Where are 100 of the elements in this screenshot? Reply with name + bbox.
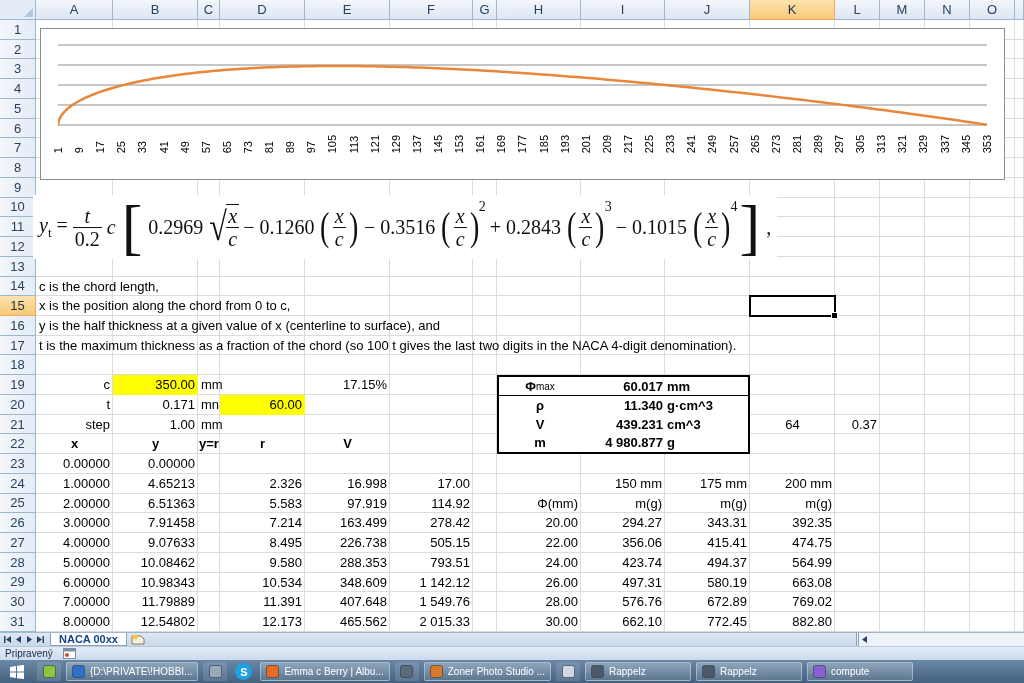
cell-text: mm <box>200 415 224 434</box>
row-header[interactable]: 22 <box>0 434 36 455</box>
column-header[interactable]: A <box>36 0 113 20</box>
row-header[interactable]: 26 <box>0 513 36 534</box>
cell-value: 564.99 <box>791 553 833 572</box>
cell-value: 0.00000 <box>147 455 196 474</box>
taskbar-app-button[interactable] <box>37 662 61 681</box>
column-heading: V <box>342 435 353 454</box>
column-header[interactable]: G <box>473 0 497 20</box>
column-header[interactable]: B <box>113 0 198 20</box>
column-header[interactable]: I <box>581 0 665 20</box>
macro-record-icon[interactable] <box>62 648 76 659</box>
axis-label: 1 <box>52 146 64 154</box>
row-header[interactable]: 16 <box>0 316 36 336</box>
column-header[interactable]: H <box>497 0 581 20</box>
horizontal-scrollbar[interactable] <box>856 633 1024 646</box>
taskbar-app-button[interactable] <box>394 662 419 681</box>
row-header[interactable]: 18 <box>0 355 36 376</box>
axis-label: 249 <box>706 135 719 154</box>
row-header[interactable]: 28 <box>0 552 36 573</box>
taskbar-app-button[interactable] <box>203 662 228 681</box>
next-sheet-icon[interactable] <box>26 636 33 643</box>
column-header[interactable]: N <box>925 0 970 20</box>
previous-sheet-icon[interactable] <box>15 636 22 643</box>
column-header[interactable]: L <box>835 0 880 20</box>
row-header[interactable]: 8 <box>0 158 36 178</box>
column-header[interactable]: O <box>970 0 1015 20</box>
app-icon <box>813 665 826 678</box>
row-header[interactable]: 7 <box>0 138 36 159</box>
column-header[interactable]: J <box>665 0 750 20</box>
column-header[interactable]: K <box>750 0 835 20</box>
cell-value: 150 mm <box>614 474 663 493</box>
row-header[interactable]: 2 <box>0 39 36 60</box>
scroll-left-icon[interactable] <box>862 636 868 643</box>
axis-label: 345 <box>959 135 972 154</box>
row-header[interactable]: 12 <box>0 237 36 257</box>
cell-value: 278.42 <box>429 514 471 533</box>
column-header[interactable]: F <box>390 0 473 20</box>
axis-label: 65 <box>220 140 233 154</box>
row-header[interactable]: 29 <box>0 572 36 593</box>
cell-text: m(g) <box>634 494 663 513</box>
last-sheet-icon[interactable] <box>37 636 44 643</box>
axis-label: 329 <box>917 135 930 154</box>
app-icon <box>702 665 715 678</box>
column-heading: r <box>258 435 267 454</box>
cell-text: cm^3 <box>666 415 702 434</box>
row-header[interactable]: 15 <box>0 296 36 316</box>
axis-label: 17 <box>94 140 107 154</box>
column-header[interactable]: D <box>220 0 305 20</box>
row-header[interactable]: 14 <box>0 276 36 297</box>
row-header[interactable]: 31 <box>0 612 36 632</box>
row-header[interactable]: 25 <box>0 493 36 514</box>
row-header[interactable]: 5 <box>0 98 36 119</box>
cell-value: 415.41 <box>706 534 748 553</box>
row-header[interactable]: 4 <box>0 79 36 99</box>
taskbar-app-button[interactable] <box>556 662 580 681</box>
windows-start-icon[interactable] <box>10 664 24 679</box>
cell-value: 882.80 <box>791 613 833 632</box>
cell-value: 1.00 <box>168 415 196 434</box>
row-header[interactable]: 6 <box>0 118 36 139</box>
cell-value: 12.54802 <box>139 613 196 632</box>
column-header[interactable]: C <box>198 0 220 20</box>
axis-label: 313 <box>875 135 888 154</box>
row-header[interactable]: 11 <box>0 217 36 238</box>
chart-area[interactable]: 1 9 17 25 33 41 49 57 65 73 81 89 97 105 113 121 129 137 145 153 161 169 177 185 193 201 209 217 225 233 241 249 257 265 273 281 289 297 305 313 321 329 337 345 353 <box>40 28 1005 180</box>
row-header[interactable]: 19 <box>0 375 36 395</box>
axis-label: 9 <box>73 146 86 154</box>
cell-value: 60.00 <box>220 394 305 415</box>
cell-value: 772.45 <box>706 613 748 632</box>
column-header[interactable]: M <box>880 0 925 20</box>
cell-value: 662.10 <box>621 613 663 632</box>
axis-label: 185 <box>537 135 550 154</box>
sheet-tab[interactable]: NACA 00xx <box>50 633 127 646</box>
first-sheet-icon[interactable] <box>4 636 11 643</box>
column-header[interactable]: E <box>305 0 390 20</box>
cell-value: 4.00000 <box>62 534 111 553</box>
row-header[interactable]: 20 <box>0 394 36 415</box>
row-header[interactable]: 1 <box>0 20 36 40</box>
row-header[interactable]: 30 <box>0 592 36 613</box>
insert-sheet-icon[interactable] <box>130 634 145 645</box>
cell-value: 175 mm <box>699 474 748 493</box>
cell-value: 2.326 <box>268 474 303 493</box>
row-header[interactable]: 3 <box>0 59 36 80</box>
axis-label: 89 <box>284 140 297 154</box>
cell-text: m(g) <box>804 494 833 513</box>
axis-label: 169 <box>495 135 508 154</box>
cell-value: 8.495 <box>268 534 303 553</box>
row-header[interactable]: 27 <box>0 533 36 553</box>
axis-label: 337 <box>938 135 951 154</box>
axis-label: 33 <box>136 140 149 154</box>
row-header[interactable]: 24 <box>0 473 36 494</box>
row-header[interactable]: 23 <box>0 454 36 474</box>
cell-value: 16.998 <box>346 474 388 493</box>
cell-value: 793.51 <box>429 553 471 572</box>
row-header[interactable]: 21 <box>0 414 36 435</box>
cell-value: 97.919 <box>346 494 388 513</box>
cell-value: 22.00 <box>544 534 579 553</box>
row-header[interactable]: 17 <box>0 335 36 356</box>
cell-value: 0.37 <box>850 415 878 434</box>
column-heading: x <box>69 435 80 454</box>
